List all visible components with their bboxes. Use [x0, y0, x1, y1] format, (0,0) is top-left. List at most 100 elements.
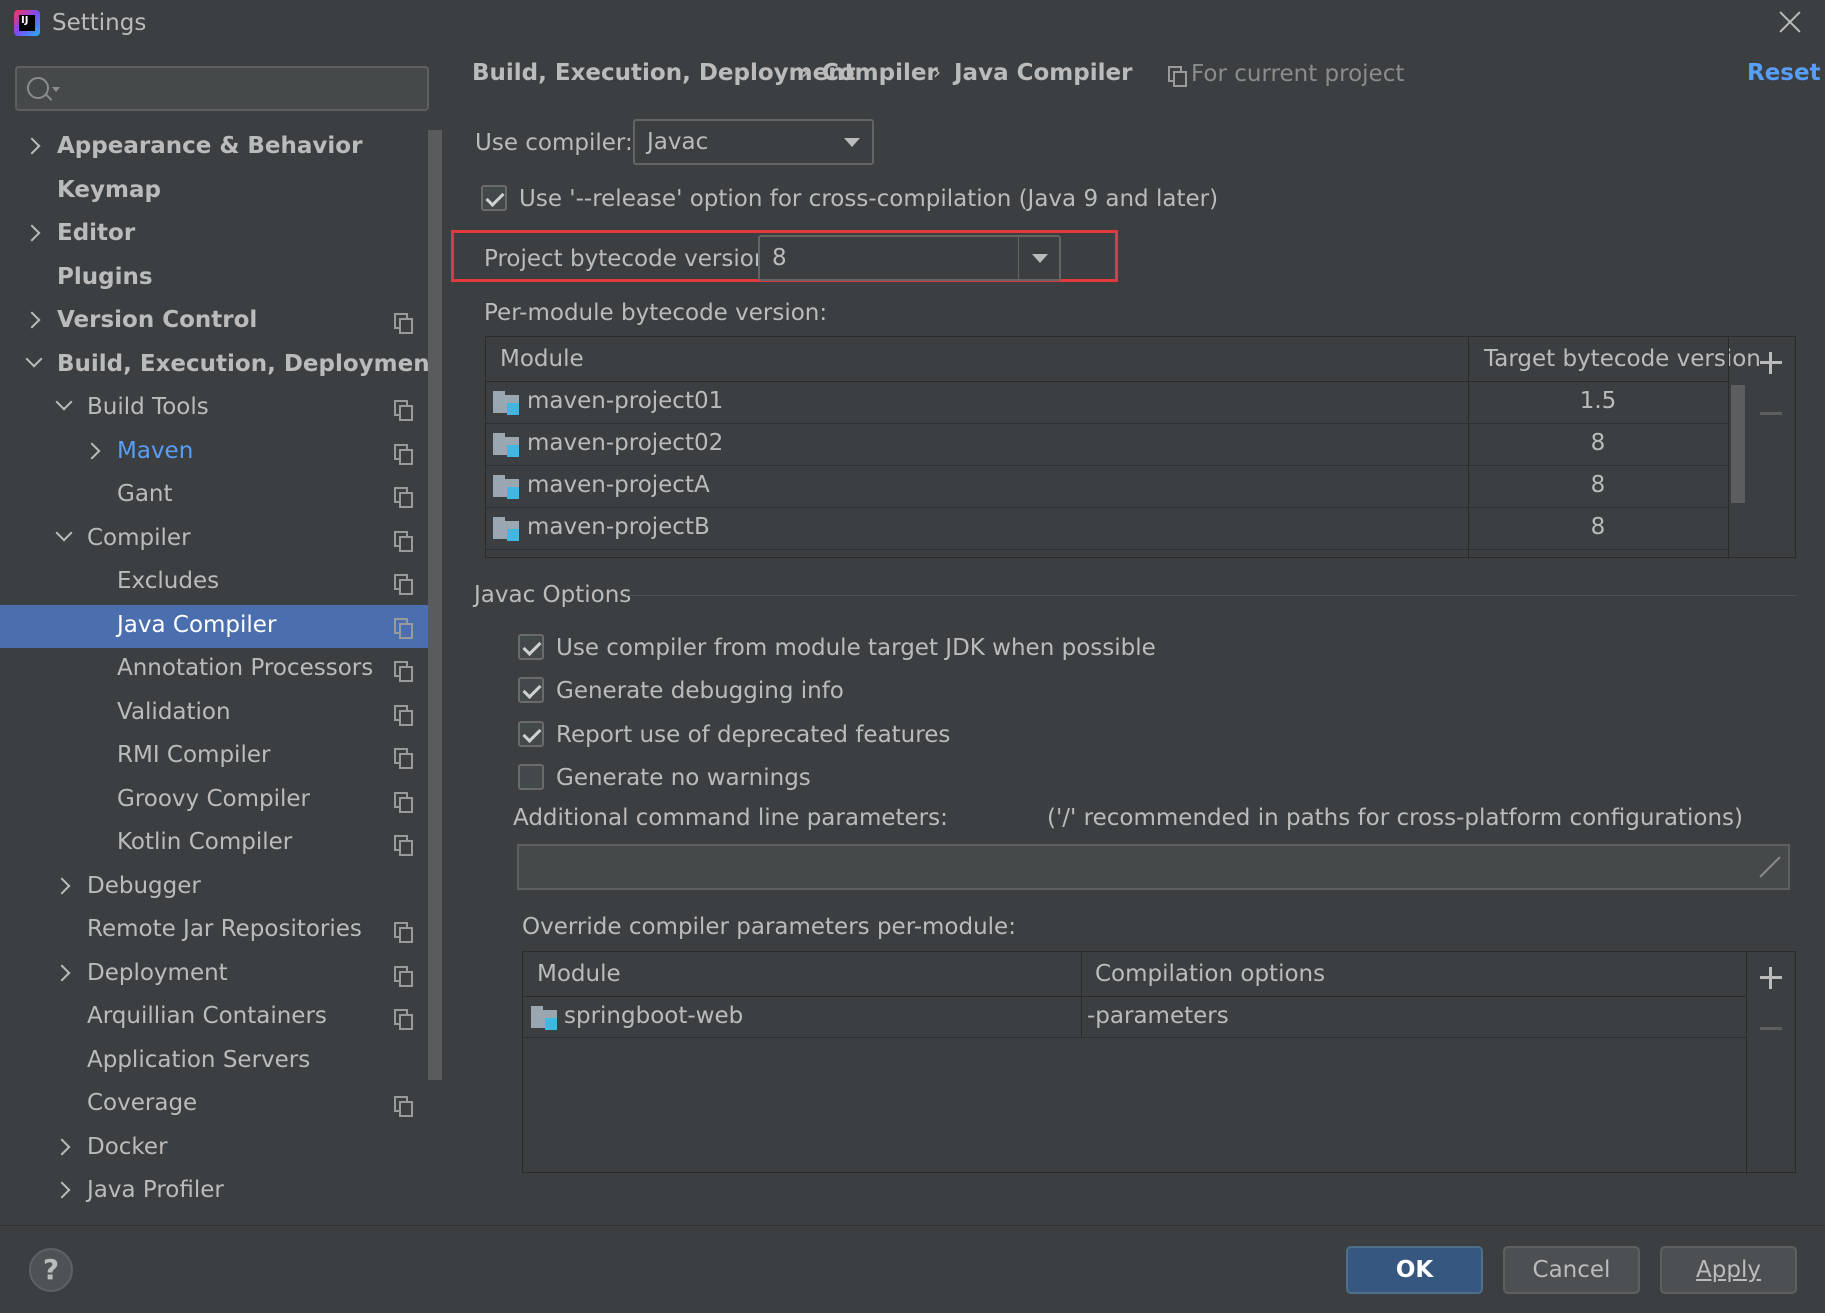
tree-item-annotation-processors[interactable]: Annotation Processors [0, 648, 426, 691]
override-module-cell[interactable]: springboot-web [564, 1003, 743, 1029]
apply-button[interactable]: Apply [1660, 1246, 1797, 1294]
project-scope-icon [394, 313, 413, 334]
tree-item-application-servers[interactable]: Application Servers [0, 1040, 426, 1083]
chevron-right-icon[interactable] [83, 442, 101, 459]
tree-item-label: Groovy Compiler [117, 785, 310, 812]
tree-item-maven[interactable]: Maven [0, 431, 426, 474]
cmdline-hint: ('/' recommended in paths for cross-plat… [1047, 805, 1743, 831]
header-divider [486, 381, 1728, 382]
search-options-caret-icon[interactable] [52, 87, 60, 92]
override-options-cell[interactable]: -parameters [1087, 1003, 1229, 1029]
table-scrollbar[interactable] [1731, 385, 1745, 503]
module-folder-icon [493, 433, 519, 457]
tree-item-version-control[interactable]: Version Control [0, 300, 426, 343]
tree-item-excludes[interactable]: Excludes [0, 561, 426, 604]
tree-item-label: Appearance & Behavior [57, 133, 363, 159]
tree-item-deployment[interactable]: Deployment [0, 953, 426, 996]
javac-option-checkbox[interactable] [518, 764, 544, 790]
chevron-down-icon[interactable] [55, 524, 73, 541]
column-header-module[interactable]: Module [486, 337, 598, 381]
project-scope-icon [394, 965, 413, 987]
tree-item-plugins[interactable]: Plugins [0, 257, 426, 300]
tree-item-kotlin-compiler[interactable]: Kotlin Compiler [0, 822, 426, 865]
chevron-right-icon[interactable] [53, 877, 71, 894]
module-name-cell[interactable]: maven-projectA [527, 472, 710, 498]
tree-item-java-compiler[interactable]: Java Compiler [0, 604, 442, 648]
tree-item-label: RMI Compiler [117, 742, 271, 768]
tree-item-coverage[interactable]: Coverage [0, 1083, 426, 1126]
breadcrumb-compiler[interactable]: Compiler [822, 60, 938, 86]
javac-option-checkbox[interactable] [518, 677, 544, 703]
chevron-down-icon[interactable] [25, 350, 43, 367]
tree-item-label: Remote Jar Repositories [87, 916, 362, 942]
target-version-cell[interactable]: 8 [1468, 514, 1728, 540]
tree-item-build-tools[interactable]: Build Tools [0, 387, 426, 430]
tree-item-docker[interactable]: Docker [0, 1127, 426, 1170]
cancel-button[interactable]: Cancel [1503, 1246, 1640, 1294]
tree-item-debugger[interactable]: Debugger [0, 866, 426, 909]
project-scope-icon [394, 487, 413, 508]
release-option-checkbox[interactable] [481, 185, 507, 211]
javac-option-checkbox[interactable] [518, 634, 544, 660]
close-icon[interactable] [1774, 6, 1806, 38]
chevron-down-icon[interactable] [55, 393, 73, 411]
title-bar [0, 0, 1825, 48]
use-compiler-combo[interactable]: Javac [633, 119, 874, 165]
project-scope-icon [394, 661, 413, 682]
add-icon[interactable] [1759, 966, 1783, 990]
ok-button[interactable]: OK [1346, 1246, 1483, 1294]
tree-item-label: Validation [117, 698, 231, 725]
tree-item-groovy-compiler[interactable]: Groovy Compiler [0, 779, 426, 822]
javac-option-checkbox[interactable] [518, 721, 544, 747]
tree-item-gant[interactable]: Gant [0, 474, 426, 517]
javac-option-label: Generate debugging info [556, 678, 844, 704]
chevron-right-icon[interactable] [23, 224, 41, 242]
project-scope-icon [394, 400, 413, 421]
target-version-cell[interactable]: 8 [1468, 430, 1728, 456]
remove-icon[interactable] [1760, 412, 1782, 415]
tree-item-build-execution-deployment[interactable]: Build, Execution, Deployment [0, 344, 441, 387]
remove-icon[interactable] [1760, 1027, 1782, 1030]
project-bytecode-label: Project bytecode version: [484, 246, 777, 272]
module-name-cell[interactable]: maven-project02 [527, 430, 723, 456]
breadcrumb-build-execution-deployment[interactable]: Build, Execution, Deployment [472, 60, 856, 86]
tree-item-rmi-compiler[interactable]: RMI Compiler [0, 735, 426, 778]
tree-item-appearance-behavior[interactable]: Appearance & Behavior [0, 126, 426, 169]
column-header-module[interactable]: Module [523, 952, 635, 996]
target-version-cell[interactable]: 8 [1468, 472, 1728, 498]
chevron-right-icon[interactable] [23, 137, 41, 155]
reset-link[interactable]: Reset [1747, 60, 1821, 86]
chevron-right-icon[interactable] [53, 964, 71, 981]
column-header-target-version[interactable]: Target bytecode version [1470, 337, 1775, 381]
add-icon[interactable] [1759, 351, 1783, 375]
tree-item-java-profiler[interactable]: Java Profiler [0, 1170, 426, 1213]
chevron-right-icon[interactable] [53, 1138, 71, 1155]
combo-divider [1018, 237, 1019, 279]
column-header-compilation-options[interactable]: Compilation options [1081, 952, 1339, 996]
module-name-cell[interactable]: maven-projectB [527, 514, 710, 540]
module-name-cell[interactable]: maven-project01 [527, 388, 723, 414]
tree-item-compiler[interactable]: Compiler [0, 518, 426, 561]
tree-item-remote-jar-repositories[interactable]: Remote Jar Repositories [0, 909, 426, 952]
project-bytecode-value: 8 [772, 245, 787, 271]
chevron-right-icon[interactable] [53, 1181, 71, 1199]
project-scope-icon [394, 443, 413, 465]
help-icon[interactable]: ? [29, 1248, 73, 1292]
tree-item-label: Coverage [87, 1090, 198, 1116]
tree-item-label: Docker [87, 1133, 168, 1160]
project-scope-icon [394, 574, 413, 595]
project-bytecode-combo[interactable]: 8 [758, 235, 1061, 281]
tree-scrollbar[interactable] [428, 130, 442, 1080]
project-scope-icon [394, 748, 413, 769]
cmdline-input[interactable] [517, 844, 1790, 890]
target-version-cell[interactable]: 1.5 [1468, 388, 1728, 414]
tree-item-keymap[interactable]: Keymap [0, 170, 426, 213]
settings-search-input[interactable] [15, 66, 429, 111]
scope-label: For current project [1191, 61, 1405, 87]
chevron-right-icon[interactable] [23, 311, 41, 329]
tree-item-editor[interactable]: Editor [0, 213, 426, 256]
expand-icon[interactable] [1759, 856, 1781, 878]
tree-item-validation[interactable]: Validation [0, 692, 426, 735]
tree-item-label: Version Control [57, 307, 258, 333]
tree-item-arquillian-containers[interactable]: Arquillian Containers [0, 996, 426, 1039]
